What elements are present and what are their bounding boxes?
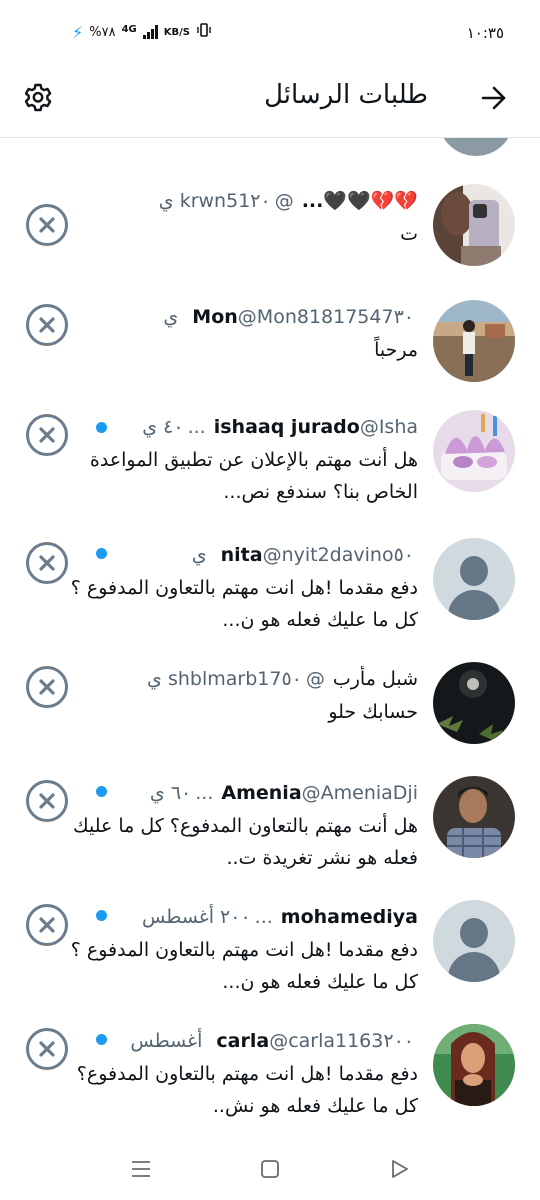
charging-icon: ⚡ bbox=[72, 22, 84, 42]
sender-handle: @nyit2davino bbox=[262, 544, 394, 566]
sender-name: Mon bbox=[192, 306, 238, 328]
back-triangle-icon bbox=[392, 1160, 408, 1178]
close-icon bbox=[39, 217, 55, 233]
battery-level: %٧٨ bbox=[89, 24, 116, 40]
sender-name: Amenia bbox=[221, 782, 302, 804]
dismiss-button[interactable] bbox=[26, 542, 68, 584]
sender-handle: @krwn51 bbox=[179, 190, 294, 212]
message-time: ٢٠٠ أغسطس bbox=[142, 906, 251, 928]
app-header: طلبات الرسائل bbox=[0, 62, 540, 138]
arrow-right-icon bbox=[481, 86, 506, 110]
recents-icon bbox=[132, 1161, 150, 1177]
avatar[interactable] bbox=[433, 538, 515, 620]
close-icon bbox=[39, 917, 55, 933]
message-preview: ت bbox=[400, 223, 418, 245]
home-button[interactable] bbox=[255, 1154, 285, 1184]
message-preview: دفع مقدما !هل انت مهتم بالتعاون المدفوع؟… bbox=[76, 1063, 418, 1117]
back-button[interactable] bbox=[476, 80, 512, 116]
close-icon bbox=[39, 1041, 55, 1057]
close-icon bbox=[39, 317, 55, 333]
unread-indicator bbox=[96, 786, 107, 797]
vibrate-icon bbox=[196, 22, 212, 42]
close-icon bbox=[39, 793, 55, 809]
home-icon bbox=[261, 1160, 279, 1178]
recents-button[interactable] bbox=[126, 1154, 156, 1184]
request-item[interactable]: Amenia@AmeniaDji...٦٠ ي هل أنت مهتم بالت… bbox=[0, 776, 540, 896]
request-item[interactable]: nita@nyit2davino٥٠ ي دفع مقدما !هل انت م… bbox=[0, 538, 540, 658]
request-item[interactable]: 💔💔🖤🖤...@krwn51٢٠ ي ت bbox=[0, 184, 540, 304]
avatar[interactable] bbox=[433, 1024, 515, 1106]
dismiss-button[interactable] bbox=[26, 780, 68, 822]
request-item[interactable]: mohamediya...٢٠٠ أغسطس دفع مقدما !هل انت… bbox=[0, 900, 540, 1020]
status-icons: ⚡ %٧٨ 4G KB/S bbox=[72, 22, 212, 42]
message-preview: هل أنت مهتم بالإعلان عن تطبيق المواعدة ا… bbox=[89, 449, 418, 503]
message-preview: مرحباً bbox=[374, 339, 418, 361]
sender-name: شبل مأرب bbox=[332, 668, 418, 690]
message-preview: حسابك حلو bbox=[328, 701, 418, 723]
gear-icon bbox=[24, 83, 52, 112]
sender-name: ishaaq jurado bbox=[213, 416, 360, 438]
request-item[interactable]: شبل مأرب@shblmarb17٥٠ ي حسابك حلو bbox=[0, 662, 540, 782]
unread-indicator bbox=[96, 1034, 107, 1045]
sender-handle: ... bbox=[254, 906, 273, 928]
sender-handle: @Mon81817547 bbox=[237, 306, 394, 328]
close-icon bbox=[39, 427, 55, 443]
message-requests-list: 💔💔🖤🖤...@krwn51٢٠ ي ت Mon@Mon81817547٣٠ ي bbox=[0, 138, 540, 1138]
settings-button[interactable] bbox=[20, 80, 56, 116]
status-time: ١٠:٣٥ bbox=[466, 24, 504, 42]
dismiss-button[interactable] bbox=[26, 1028, 68, 1070]
avatar[interactable] bbox=[433, 184, 515, 266]
default-person-icon bbox=[460, 918, 488, 948]
sender-name: carla bbox=[216, 1030, 270, 1052]
unread-indicator bbox=[96, 910, 107, 921]
close-icon bbox=[39, 555, 55, 571]
message-time: ٤٠ ي bbox=[142, 416, 184, 438]
back-nav-button[interactable] bbox=[384, 1154, 414, 1184]
dismiss-button[interactable] bbox=[26, 904, 68, 946]
status-bar: ⚡ %٧٨ 4G KB/S ١٠:٣٥ bbox=[0, 0, 540, 62]
avatar[interactable] bbox=[433, 300, 515, 382]
system-nav-bar bbox=[0, 1138, 540, 1200]
dismiss-button[interactable] bbox=[26, 204, 68, 246]
sender-handle: @carla1163 bbox=[269, 1030, 384, 1052]
default-person-icon bbox=[460, 556, 488, 586]
close-icon bbox=[39, 679, 55, 695]
dismiss-button[interactable] bbox=[26, 666, 68, 708]
speed-unit: KB/S bbox=[163, 26, 190, 38]
request-item[interactable]: carla@carla1163٢٠٠ أغسطس دفع مقدما !هل ا… bbox=[0, 1024, 540, 1138]
message-time: ٦٠ ي bbox=[149, 782, 192, 804]
network-type: 4G bbox=[121, 23, 137, 35]
message-preview: دفع مقدما !هل انت مهتم بالتعاون المدفوع … bbox=[70, 577, 418, 631]
avatar[interactable] bbox=[433, 410, 515, 492]
page-title: طلبات الرسائل bbox=[264, 80, 428, 110]
sender-name: nita bbox=[220, 544, 263, 566]
avatar[interactable] bbox=[433, 662, 515, 744]
avatar[interactable] bbox=[433, 776, 515, 858]
sender-name: 💔💔🖤🖤... bbox=[301, 190, 418, 212]
message-preview: دفع مقدما !هل انت مهتم بالتعاون المدفوع … bbox=[70, 939, 418, 993]
request-item[interactable]: Mon@Mon81817547٣٠ ي مرحباً bbox=[0, 300, 540, 420]
unread-indicator bbox=[96, 422, 107, 433]
sender-name: mohamediya bbox=[280, 906, 418, 928]
dismiss-button[interactable] bbox=[26, 414, 68, 456]
dismiss-button[interactable] bbox=[26, 304, 68, 346]
avatar[interactable] bbox=[433, 900, 515, 982]
signal-icon bbox=[142, 25, 158, 39]
unread-indicator bbox=[96, 548, 107, 559]
message-preview: هل أنت مهتم بالتعاون المدفوع؟ كل ما عليك… bbox=[72, 815, 418, 869]
request-item[interactable]: ishaaq jurado@Isha...٤٠ ي هل أنت مهتم با… bbox=[0, 410, 540, 530]
